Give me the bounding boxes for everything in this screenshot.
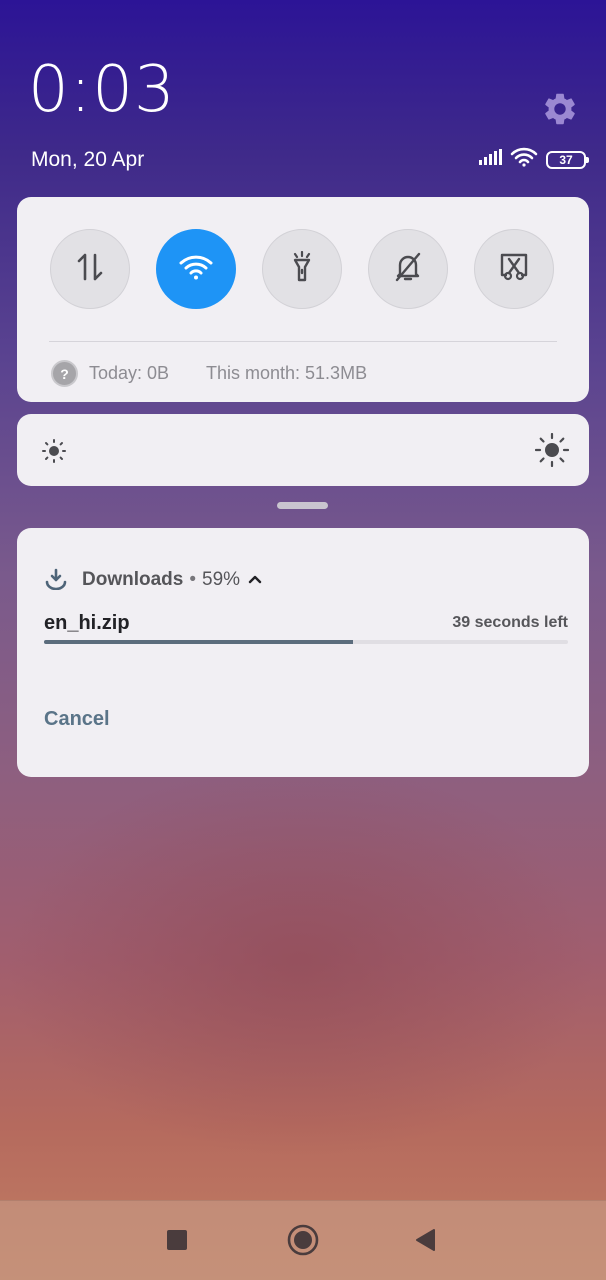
help-icon[interactable]: ?	[51, 360, 78, 387]
screenshot-toggle[interactable]	[474, 229, 554, 309]
bell-off-icon	[393, 251, 423, 288]
wifi-icon	[178, 253, 214, 286]
wifi-icon	[510, 147, 538, 172]
quick-settings-panel: ? Today: 0B This month: 51.3MB	[17, 197, 589, 402]
wifi-toggle[interactable]	[156, 229, 236, 309]
gear-icon[interactable]	[541, 90, 579, 128]
battery-level: 37	[559, 152, 573, 167]
brightness-slider[interactable]	[17, 414, 589, 486]
flashlight-toggle[interactable]	[262, 229, 342, 309]
back-button[interactable]	[410, 1227, 440, 1257]
download-progress-bar	[44, 640, 568, 644]
cancel-button[interactable]: Cancel	[44, 708, 110, 731]
circle-icon	[287, 1224, 319, 1261]
drag-handle[interactable]	[277, 502, 328, 509]
chevron-up-icon[interactable]	[248, 568, 262, 590]
recents-button[interactable]	[162, 1227, 192, 1257]
download-percent: 59%	[202, 569, 241, 590]
data-usage-month[interactable]: This month: 51.3MB	[206, 363, 367, 384]
battery-icon: 37	[546, 150, 589, 169]
data-transfer-icon	[75, 251, 105, 288]
triangle-back-icon	[414, 1228, 436, 1257]
screenshot-icon	[498, 251, 530, 288]
download-progress-fill	[44, 640, 354, 644]
date[interactable]: Mon, 20 Apr	[31, 148, 144, 172]
data-usage-today[interactable]: Today: 0B	[89, 363, 169, 384]
square-icon	[166, 1229, 188, 1256]
divider	[49, 341, 557, 342]
brightness-low-icon	[41, 438, 67, 469]
download-notification[interactable]: Downloads • 59% en_hi.zip 39 seconds lef…	[17, 528, 589, 777]
file-name: en_hi.zip	[44, 612, 130, 634]
flashlight-icon	[287, 250, 317, 288]
separator-dot: •	[189, 569, 196, 590]
signal-icon	[478, 149, 502, 170]
clock[interactable]: 0:03	[28, 58, 176, 122]
home-button[interactable]	[285, 1224, 321, 1260]
brightness-high-icon	[534, 432, 570, 472]
silent-toggle[interactable]	[368, 229, 448, 309]
mobile-data-toggle[interactable]	[50, 229, 130, 309]
download-icon	[45, 568, 67, 595]
navigation-bar	[0, 1200, 606, 1280]
app-name: Downloads	[82, 569, 184, 590]
system-icons: 37	[478, 147, 589, 172]
notification-header: Downloads • 59%	[82, 569, 262, 591]
time-remaining: 39 seconds left	[452, 614, 568, 631]
